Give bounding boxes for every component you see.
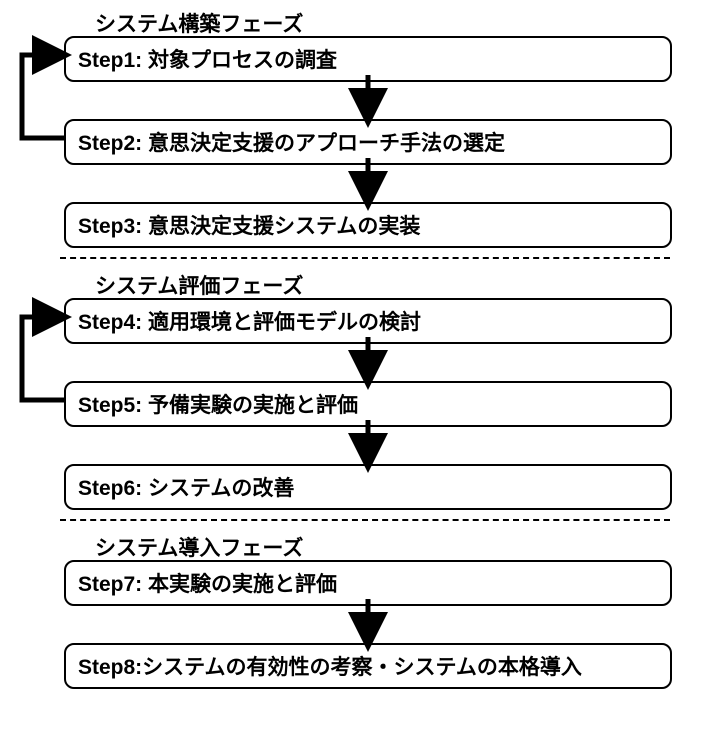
phase-title-3: システム導入フェーズ [95,532,303,562]
step-box-7: Step7: 本実験の実施と評価 [64,560,672,606]
flow-arrows [0,0,705,732]
phase-title-1: システム構築フェーズ [95,8,303,38]
step-box-3: Step3: 意思決定支援システムの実装 [64,202,672,248]
flowchart-diagram: システム構築フェーズ Step1: 対象プロセスの調査 Step2: 意思決定支… [0,0,705,732]
phase-divider-1 [60,257,670,259]
step-box-2: Step2: 意思決定支援のアプローチ手法の選定 [64,119,672,165]
step-box-1: Step1: 対象プロセスの調査 [64,36,672,82]
step-box-4: Step4: 適用環境と評価モデルの検討 [64,298,672,344]
step-box-6: Step6: システムの改善 [64,464,672,510]
phase-title-2: システム評価フェーズ [95,270,303,300]
phase-divider-2 [60,519,670,521]
feedback-arrow-s2-s1 [22,55,64,138]
feedback-arrow-s5-s4 [22,317,64,400]
step-box-5: Step5: 予備実験の実施と評価 [64,381,672,427]
step-box-8: Step8:システムの有効性の考察・システムの本格導入 [64,643,672,689]
